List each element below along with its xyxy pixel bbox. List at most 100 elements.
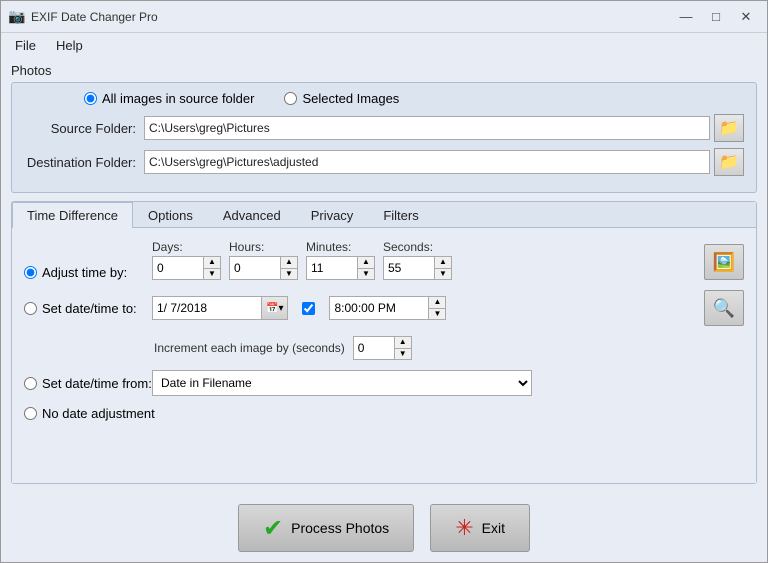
selected-images-radio[interactable] — [284, 92, 297, 105]
photos-panel: All images in source folder Selected Ima… — [11, 82, 757, 193]
hours-input[interactable] — [230, 257, 280, 279]
destination-folder-input[interactable] — [144, 150, 710, 174]
window-title: EXIF Date Changer Pro — [31, 10, 673, 24]
increment-down-arrow[interactable]: ▼ — [395, 349, 411, 360]
search-photo-icon: 🔍 — [713, 298, 735, 319]
all-images-radio[interactable] — [84, 92, 97, 105]
hours-label: Hours: — [229, 240, 264, 254]
folder-save-icon: 📁 — [719, 152, 739, 172]
hours-spinner: ▲ ▼ — [229, 256, 298, 280]
set-datetime-radio[interactable] — [24, 302, 37, 315]
selected-images-option[interactable]: Selected Images — [284, 91, 399, 106]
menu-help[interactable]: Help — [48, 36, 91, 55]
seconds-label: Seconds: — [383, 240, 433, 254]
time-input-group: ▲ ▼ — [329, 296, 446, 320]
destination-folder-browse-button[interactable]: 📁 — [714, 148, 744, 176]
adjust-time-row: Adjust time by: Days: ▲ ▼ — [24, 240, 744, 280]
calendar-button[interactable]: 📅▾ — [262, 296, 288, 320]
set-datetime-option[interactable]: Set date/time to: — [24, 301, 144, 316]
image-selection-row: All images in source folder Selected Ima… — [24, 91, 744, 106]
photos-section: Photos All images in source folder Selec… — [11, 63, 757, 193]
increment-row: Increment each image by (seconds) ▲ ▼ — [24, 336, 744, 360]
set-from-label: Set date/time from: — [42, 376, 152, 391]
source-folder-browse-button[interactable]: 📁 — [714, 114, 744, 142]
no-adjustment-row: No date adjustment — [24, 406, 744, 421]
process-photos-button[interactable]: ✔ Process Photos — [238, 504, 414, 552]
days-down-arrow[interactable]: ▼ — [204, 269, 220, 280]
maximize-button[interactable]: □ — [703, 6, 729, 28]
menu-bar: File Help — [1, 33, 767, 57]
date-input[interactable] — [152, 296, 262, 320]
time-checkbox-wrapper — [302, 302, 315, 315]
no-adjustment-option[interactable]: No date adjustment — [24, 406, 155, 421]
set-from-option[interactable]: Set date/time from: — [24, 376, 144, 391]
selected-images-label: Selected Images — [302, 91, 399, 106]
time-diff-grid: Adjust time by: Days: ▲ ▼ — [24, 240, 744, 421]
action-btn-2: 🔍 — [704, 290, 744, 326]
action-btn-1: 🖼️ — [704, 244, 744, 280]
set-from-row: Set date/time from: Date in Filename Fil… — [24, 370, 744, 396]
date-picker-group: 📅▾ — [152, 296, 288, 320]
menu-file[interactable]: File — [7, 36, 44, 55]
tab-time-difference[interactable]: Time Difference — [12, 202, 133, 228]
main-window: 📷 EXIF Date Changer Pro — □ ✕ File Help … — [0, 0, 768, 563]
exit-icon: ✳ — [455, 515, 473, 541]
source-folder-row: Source Folder: 📁 — [24, 114, 744, 142]
close-button[interactable]: ✕ — [733, 6, 759, 28]
process-photos-label: Process Photos — [291, 520, 389, 536]
minutes-up-arrow[interactable]: ▲ — [358, 257, 374, 269]
set-datetime-label: Set date/time to: — [42, 301, 137, 316]
no-adjustment-radio[interactable] — [24, 407, 37, 420]
seconds-input[interactable] — [384, 257, 434, 279]
seconds-spinner-group: Seconds: ▲ ▼ — [383, 240, 452, 280]
destination-folder-row: Destination Folder: 📁 — [24, 148, 744, 176]
minutes-input[interactable] — [307, 257, 357, 279]
all-images-option[interactable]: All images in source folder — [84, 91, 254, 106]
tabs-section: Time Difference Options Advanced Privacy… — [11, 201, 757, 484]
increment-label: Increment each image by (seconds) — [154, 341, 345, 355]
adjust-time-radio[interactable] — [24, 266, 37, 279]
set-datetime-row: Set date/time to: 📅▾ — [24, 290, 744, 326]
minutes-spinner: ▲ ▼ — [306, 256, 375, 280]
set-datetime-action-button[interactable]: 🔍 — [704, 290, 744, 326]
source-folder-input[interactable] — [144, 116, 710, 140]
seconds-arrows: ▲ ▼ — [434, 257, 451, 279]
hours-up-arrow[interactable]: ▲ — [281, 257, 297, 269]
days-label: Days: — [152, 240, 183, 254]
hours-arrows: ▲ ▼ — [280, 257, 297, 279]
source-folder-label: Source Folder: — [24, 121, 144, 136]
tab-filters[interactable]: Filters — [368, 202, 433, 228]
adjust-action-button[interactable]: 🖼️ — [704, 244, 744, 280]
increment-up-arrow[interactable]: ▲ — [395, 337, 411, 349]
no-adjustment-label: No date adjustment — [42, 406, 155, 421]
days-input[interactable] — [153, 257, 203, 279]
adjust-time-option[interactable]: Adjust time by: — [24, 265, 144, 280]
minutes-spinner-group: Minutes: ▲ ▼ — [306, 240, 375, 280]
exit-button[interactable]: ✳ Exit — [430, 504, 530, 552]
tab-bar: Time Difference Options Advanced Privacy… — [12, 202, 756, 228]
tab-privacy[interactable]: Privacy — [296, 202, 369, 228]
seconds-down-arrow[interactable]: ▼ — [435, 269, 451, 280]
time-up-arrow[interactable]: ▲ — [429, 297, 445, 309]
seconds-up-arrow[interactable]: ▲ — [435, 257, 451, 269]
time-down-arrow[interactable]: ▼ — [429, 309, 445, 320]
tab-advanced[interactable]: Advanced — [208, 202, 296, 228]
days-spinner: ▲ ▼ — [152, 256, 221, 280]
minutes-down-arrow[interactable]: ▼ — [358, 269, 374, 280]
photos-section-label: Photos — [11, 63, 757, 78]
tab-content-time-difference: Adjust time by: Days: ▲ ▼ — [12, 228, 756, 483]
time-input[interactable] — [329, 296, 429, 320]
hours-down-arrow[interactable]: ▼ — [281, 269, 297, 280]
minutes-label: Minutes: — [306, 240, 351, 254]
time-checkbox[interactable] — [302, 302, 315, 315]
title-controls: — □ ✕ — [673, 6, 759, 28]
days-spinner-group: Days: ▲ ▼ — [152, 240, 221, 280]
tab-options[interactable]: Options — [133, 202, 208, 228]
minimize-button[interactable]: — — [673, 6, 699, 28]
set-from-select[interactable]: Date in Filename File Created Date File … — [152, 370, 532, 396]
days-up-arrow[interactable]: ▲ — [204, 257, 220, 269]
adjust-time-label: Adjust time by: — [42, 265, 127, 280]
increment-input[interactable] — [354, 337, 394, 359]
set-from-radio[interactable] — [24, 377, 37, 390]
seconds-spinner: ▲ ▼ — [383, 256, 452, 280]
